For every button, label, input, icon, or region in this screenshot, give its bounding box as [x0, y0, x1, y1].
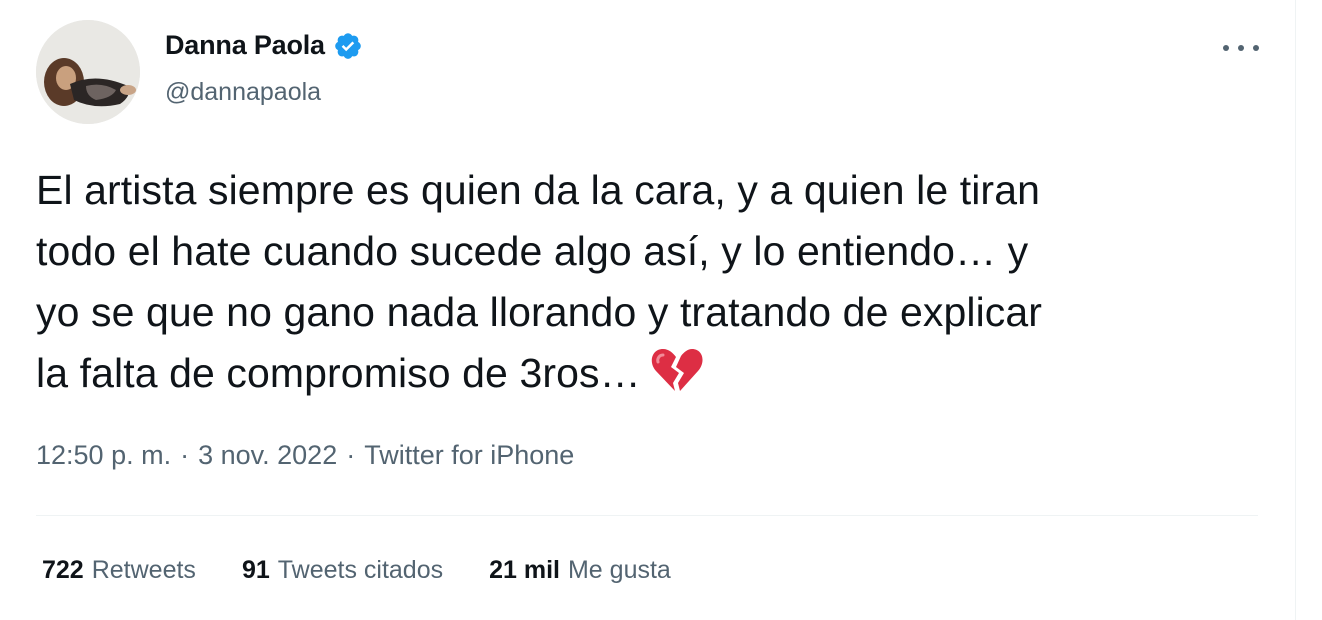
- tweet-text: El artista siempre es quien da la cara, …: [36, 160, 1276, 404]
- retweets-stat[interactable]: 722 Retweets: [42, 556, 196, 585]
- tweet-line: El artista siempre es quien da la cara, …: [36, 167, 1040, 213]
- retweets-count: 722: [42, 556, 84, 584]
- more-options-icon[interactable]: [1223, 34, 1259, 62]
- card-border: [1295, 0, 1296, 620]
- likes-count: 21 mil: [489, 556, 560, 584]
- tweet-line: yo se que no gano nada llorando y tratan…: [36, 289, 1043, 335]
- retweets-label: Retweets: [91, 556, 196, 584]
- tweet-date[interactable]: 3 nov. 2022: [198, 440, 337, 471]
- likes-stat[interactable]: 21 mil Me gusta: [489, 556, 671, 585]
- tweet-card: Danna Paola @dannapaola El artista siemp…: [0, 0, 1322, 620]
- dot: [1238, 45, 1244, 51]
- dot: [1253, 45, 1259, 51]
- quotes-count: 91: [241, 556, 270, 584]
- divider: [36, 515, 1258, 516]
- avatar[interactable]: [36, 20, 140, 124]
- tweet-time[interactable]: 12:50 p. m.: [36, 440, 171, 471]
- quotes-label: Tweets citados: [277, 556, 444, 584]
- likes-label: Me gusta: [567, 556, 671, 584]
- quotes-stat[interactable]: 91 Tweets citados: [242, 556, 443, 585]
- tweet-meta: 12:50 p. m. · 3 nov. 2022 · Twitter for …: [36, 440, 574, 471]
- user-name[interactable]: Danna Paola: [165, 30, 325, 61]
- tweet-line-last: la falta de compromiso de 3ros…: [36, 343, 1276, 404]
- tweet-line: todo el hate cuando sucede algo así, y l…: [36, 228, 1029, 274]
- tweet-line: la falta de compromiso de 3ros…: [36, 350, 641, 396]
- user-handle[interactable]: @dannapaola: [165, 78, 321, 107]
- verified-badge-icon: [335, 32, 361, 59]
- dot: [1223, 45, 1229, 51]
- broken-heart-emoji: [651, 349, 703, 391]
- user-name-row: Danna Paola: [165, 30, 363, 61]
- tweet-stats: 722 Retweets 91 Tweets citados 21 mil Me…: [42, 556, 671, 585]
- meta-separator: ·: [346, 440, 356, 470]
- tweet-source[interactable]: Twitter for iPhone: [364, 440, 574, 471]
- meta-separator: ·: [180, 440, 190, 470]
- avatar-image: [36, 20, 140, 124]
